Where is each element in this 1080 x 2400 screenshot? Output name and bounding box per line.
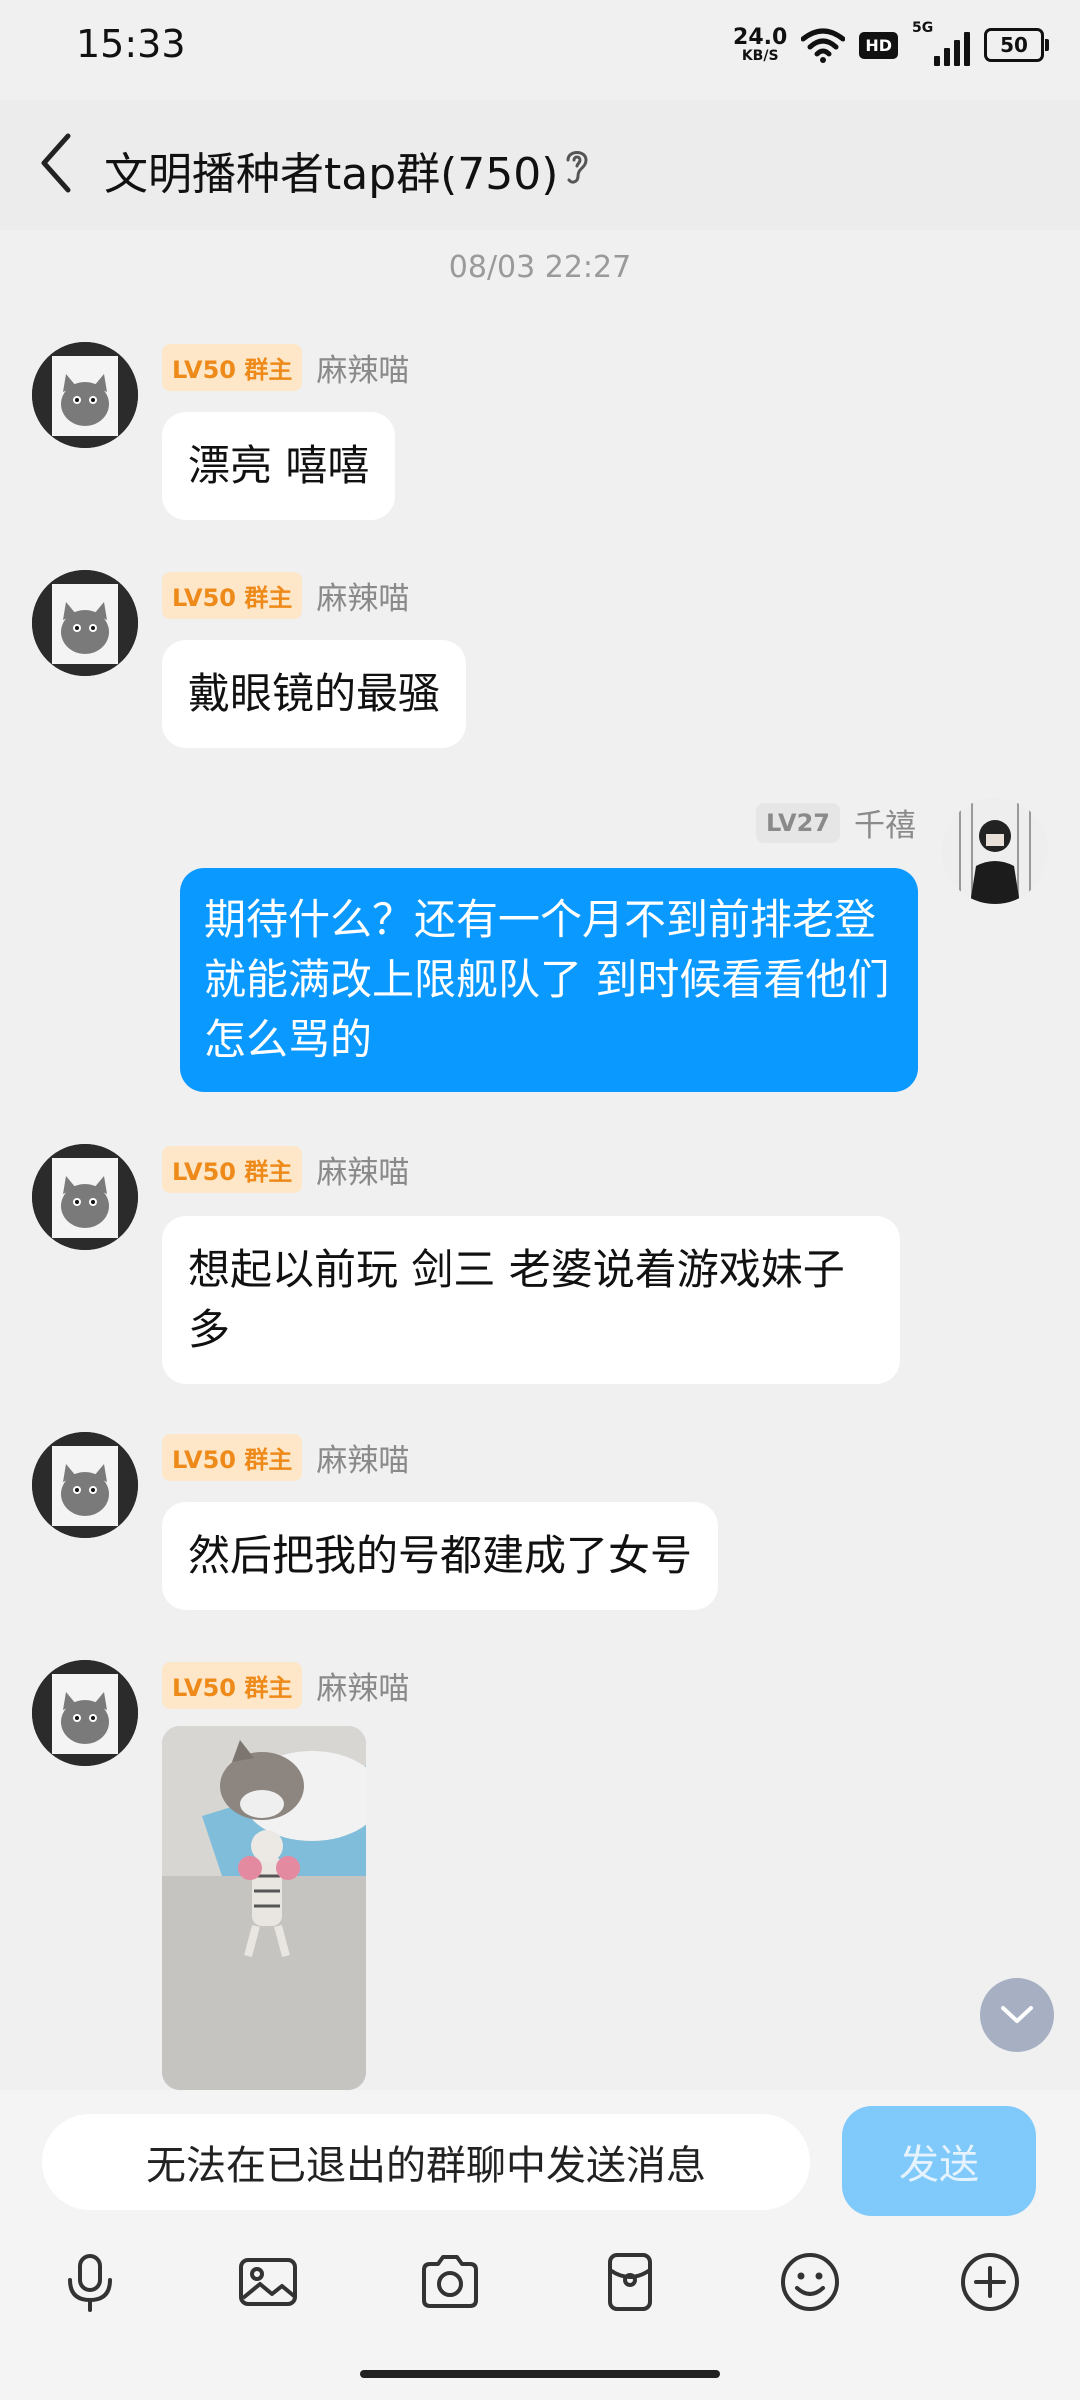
cat-avatar-icon	[32, 1144, 138, 1250]
message-meta: LV50 群主 麻辣喵	[162, 572, 409, 619]
message-meta: LV50 群主 麻辣喵	[162, 1146, 409, 1193]
net-speed-value: 24.0	[733, 25, 788, 50]
emoji-icon[interactable]	[778, 2250, 842, 2314]
message-bubble[interactable]: 戴眼镜的最骚	[162, 640, 467, 748]
message-bubble[interactable]: 然后把我的号都建成了女号	[162, 1502, 719, 1610]
message-meta: LV50 群主 麻辣喵	[162, 1662, 409, 1709]
avatar[interactable]	[32, 1144, 138, 1250]
battery-icon: 50	[984, 28, 1049, 62]
level-badge: LV27	[756, 802, 840, 843]
signal-icon: 5G	[912, 20, 970, 66]
chat-timestamp: 08/03 22:27	[448, 250, 632, 285]
plus-icon[interactable]	[958, 2250, 1022, 2314]
home-indicator[interactable]	[360, 2370, 720, 2378]
sender-name[interactable]: 麻辣喵	[316, 1663, 409, 1708]
hd-voice-icon: HD	[859, 31, 898, 59]
cat-photo	[162, 1726, 366, 2090]
avatar[interactable]	[942, 798, 1048, 904]
group-title[interactable]: 文明播种者tap群(750)	[104, 138, 558, 202]
level-badge: LV50 群主	[162, 1434, 303, 1481]
send-button[interactable]: 发送	[842, 2106, 1036, 2216]
ear-mode-icon[interactable]	[560, 144, 594, 188]
message-bubble[interactable]: 漂亮 嘻嘻	[162, 412, 396, 520]
message-meta: LV27 千禧	[756, 800, 916, 845]
avatar[interactable]	[32, 1660, 138, 1766]
avatar[interactable]	[32, 342, 138, 448]
net-speed: 24.0 KB/S	[733, 25, 788, 64]
cat-avatar-icon	[32, 1660, 138, 1766]
image-icon[interactable]	[236, 2250, 300, 2314]
person-avatar-icon	[942, 798, 1048, 904]
sender-name[interactable]: 麻辣喵	[316, 1147, 409, 1192]
image-message[interactable]	[162, 1726, 366, 2090]
sender-name[interactable]: 千禧	[854, 800, 916, 845]
cat-avatar-icon	[32, 342, 138, 448]
net-speed-unit: KB/S	[741, 48, 779, 64]
back-arrow-icon[interactable]	[36, 128, 76, 198]
level-badge: LV50 群主	[162, 572, 303, 619]
status-time: 15:33	[76, 22, 186, 66]
message-meta: LV50 群主 麻辣喵	[162, 1434, 409, 1481]
message-bubble[interactable]: 想起以前玩 剑三 老婆说着游戏妹子多	[162, 1216, 900, 1384]
self-message-bubble[interactable]: 期待什么？还有一个月不到前排老登就能满改上限舰队了 到时候看看他们怎么骂的	[180, 868, 918, 1092]
battery-level: 50	[1000, 33, 1028, 57]
camera-icon[interactable]	[418, 2250, 482, 2314]
message-meta: LV50 群主 麻辣喵	[162, 344, 409, 391]
red-packet-icon[interactable]	[598, 2250, 662, 2314]
scroll-to-bottom-button[interactable]	[980, 1978, 1054, 2052]
sender-name[interactable]: 麻辣喵	[316, 573, 409, 618]
avatar[interactable]	[32, 570, 138, 676]
microphone-icon[interactable]	[58, 2250, 122, 2314]
cat-avatar-icon	[32, 1432, 138, 1538]
status-icons: 24.0 KB/S HD 5G 50	[733, 20, 1049, 66]
wifi-icon	[801, 28, 846, 63]
sender-name[interactable]: 麻辣喵	[316, 1435, 409, 1480]
sender-name[interactable]: 麻辣喵	[316, 345, 409, 390]
network-type: 5G	[912, 20, 934, 36]
avatar[interactable]	[32, 1432, 138, 1538]
message-input[interactable]: 无法在已退出的群聊中发送消息	[42, 2114, 810, 2210]
chevron-down-icon	[1001, 2006, 1033, 2023]
cat-avatar-icon	[32, 570, 138, 676]
level-badge: LV50 群主	[162, 344, 303, 391]
status-bar: 15:33 24.0 KB/S HD 5G 50	[0, 0, 1080, 100]
level-badge: LV50 群主	[162, 1146, 303, 1193]
level-badge: LV50 群主	[162, 1662, 303, 1709]
